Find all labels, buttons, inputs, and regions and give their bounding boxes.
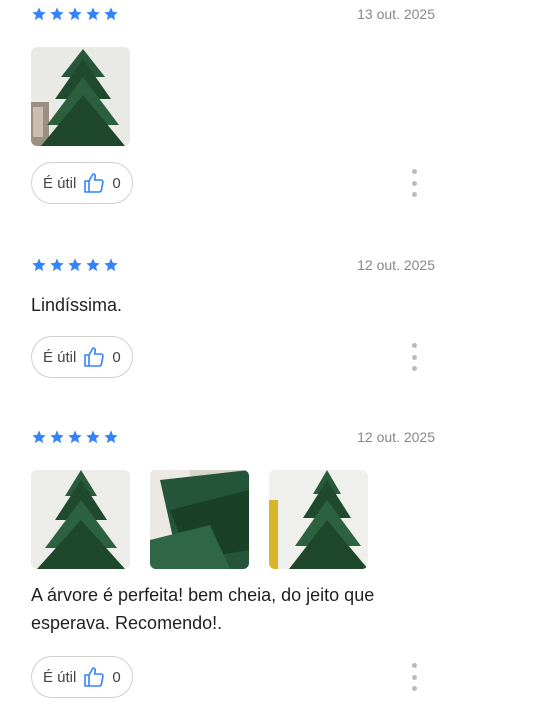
more-options-icon[interactable] [409, 663, 419, 691]
useful-count: 0 [112, 668, 121, 686]
star-icon [32, 7, 46, 21]
star-icon [68, 258, 82, 272]
useful-count: 0 [112, 174, 121, 192]
thumbs-up-icon [84, 173, 105, 193]
useful-button[interactable]: É útil 0 [31, 162, 133, 204]
star-icon [104, 7, 118, 21]
star-icon [104, 430, 118, 444]
star-rating [31, 6, 119, 22]
more-options-icon[interactable] [409, 343, 419, 371]
useful-button[interactable]: É útil 0 [31, 656, 133, 698]
review-text: A árvore é perfeita! bem cheia, do jeito… [31, 585, 375, 633]
review-photo[interactable] [31, 470, 130, 569]
review-item: 12 out. 2025 A árvore é perfeita! bem ch… [31, 427, 435, 698]
thumbs-up-icon [84, 667, 105, 687]
star-icon [50, 7, 64, 21]
star-icon [32, 430, 46, 444]
more-options-icon[interactable] [409, 169, 419, 197]
useful-count: 0 [112, 348, 121, 366]
star-rating [31, 257, 119, 273]
review-date: 12 out. 2025 [357, 257, 435, 273]
star-icon [86, 430, 100, 444]
review-photo[interactable] [31, 47, 130, 146]
useful-label: É útil [43, 668, 77, 686]
star-icon [50, 258, 64, 272]
review-text: Lindíssima. [31, 295, 123, 315]
review-item: 12 out. 2025 Lindíssima. É útil 0 [31, 255, 435, 378]
star-icon [68, 430, 82, 444]
useful-label: É útil [43, 348, 77, 366]
thumbs-up-icon [84, 347, 105, 367]
star-icon [86, 258, 100, 272]
star-icon [32, 258, 46, 272]
review-photo[interactable] [269, 470, 368, 569]
review-date: 12 out. 2025 [357, 429, 435, 445]
star-icon [104, 258, 118, 272]
review-item: 13 out. 2025 É útil 0 [31, 4, 435, 204]
reviews-list: 13 out. 2025 É útil 0 12 out. 2025 Lindí… [0, 0, 533, 720]
useful-label: É útil [43, 174, 77, 192]
star-icon [86, 7, 100, 21]
useful-button[interactable]: É útil 0 [31, 336, 133, 378]
review-photo[interactable] [150, 470, 249, 569]
star-rating [31, 429, 119, 445]
star-icon [68, 7, 82, 21]
review-date: 13 out. 2025 [357, 6, 435, 22]
star-icon [50, 430, 64, 444]
